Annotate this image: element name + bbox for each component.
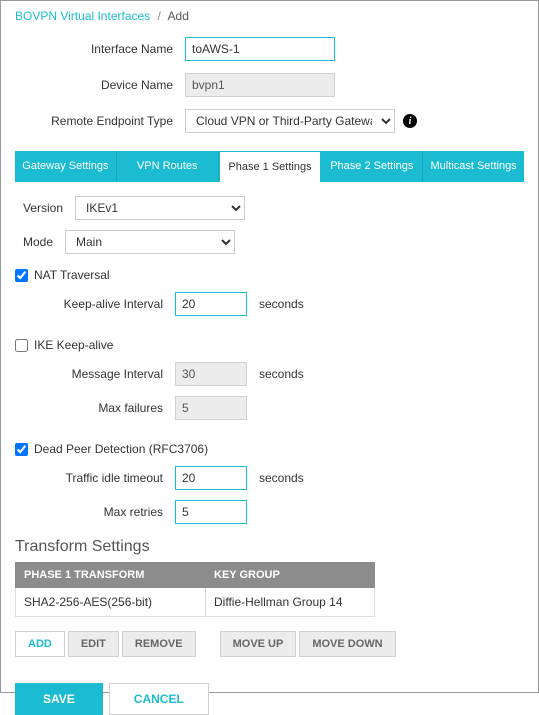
tab-phase2-settings[interactable]: Phase 2 Settings bbox=[321, 151, 423, 182]
version-label: Version bbox=[15, 201, 75, 215]
max-retries-field[interactable] bbox=[175, 500, 247, 524]
dpd-label: Dead Peer Detection (RFC3706) bbox=[34, 442, 208, 456]
transform-col-phase1: PHASE 1 TRANSFORM bbox=[16, 563, 206, 588]
tab-vpn-routes[interactable]: VPN Routes bbox=[117, 151, 219, 182]
keep-alive-interval-field[interactable] bbox=[175, 292, 247, 316]
keep-alive-seconds-suffix: seconds bbox=[259, 297, 304, 311]
traffic-idle-timeout-field[interactable] bbox=[175, 466, 247, 490]
device-name-field bbox=[185, 73, 335, 97]
mode-label: Mode bbox=[15, 235, 65, 249]
transform-cell-phase1: SHA2-256-AES(256-bit) bbox=[16, 588, 206, 617]
tab-bar: Gateway Settings VPN Routes Phase 1 Sett… bbox=[15, 151, 524, 182]
transform-cell-keygroup: Diffie-Hellman Group 14 bbox=[206, 588, 375, 617]
max-failures-field bbox=[175, 396, 247, 420]
device-name-label: Device Name bbox=[15, 78, 185, 92]
dpd-checkbox[interactable] bbox=[15, 443, 28, 456]
ike-keepalive-label: IKE Keep-alive bbox=[34, 338, 113, 352]
traffic-idle-timeout-label: Traffic idle timeout bbox=[15, 471, 175, 485]
info-icon[interactable]: i bbox=[403, 114, 417, 128]
ike-keepalive-checkbox[interactable] bbox=[15, 339, 28, 352]
remote-endpoint-type-label: Remote Endpoint Type bbox=[15, 114, 185, 128]
traffic-idle-seconds-suffix: seconds bbox=[259, 471, 304, 485]
transform-table: PHASE 1 TRANSFORM KEY GROUP SHA2-256-AES… bbox=[15, 562, 375, 617]
interface-name-label: Interface Name bbox=[15, 42, 185, 56]
move-up-button[interactable]: MOVE UP bbox=[220, 631, 297, 657]
max-retries-label: Max retries bbox=[15, 505, 175, 519]
remote-endpoint-type-select[interactable]: Cloud VPN or Third-Party Gateway bbox=[185, 109, 395, 133]
save-button[interactable]: SAVE bbox=[15, 683, 103, 715]
remove-button[interactable]: REMOVE bbox=[122, 631, 196, 657]
tab-phase1-settings[interactable]: Phase 1 Settings bbox=[219, 151, 322, 182]
keep-alive-interval-label: Keep-alive Interval bbox=[15, 297, 175, 311]
tab-gateway-settings[interactable]: Gateway Settings bbox=[15, 151, 117, 182]
max-failures-label: Max failures bbox=[15, 401, 175, 415]
interface-name-field[interactable] bbox=[185, 37, 335, 61]
message-interval-seconds-suffix: seconds bbox=[259, 367, 304, 381]
move-down-button[interactable]: MOVE DOWN bbox=[299, 631, 395, 657]
mode-select[interactable]: Main bbox=[65, 230, 235, 254]
edit-button[interactable]: EDIT bbox=[68, 631, 119, 657]
transform-col-keygroup: KEY GROUP bbox=[206, 563, 375, 588]
breadcrumb-root-link[interactable]: BOVPN Virtual Interfaces bbox=[15, 9, 150, 23]
tab-multicast-settings[interactable]: Multicast Settings bbox=[423, 151, 524, 182]
breadcrumb-current: Add bbox=[168, 9, 189, 23]
version-select[interactable]: IKEv1 bbox=[75, 196, 245, 220]
nat-traversal-checkbox[interactable] bbox=[15, 269, 28, 282]
message-interval-label: Message Interval bbox=[15, 367, 175, 381]
table-row[interactable]: SHA2-256-AES(256-bit) Diffie-Hellman Gro… bbox=[16, 588, 375, 617]
add-button[interactable]: ADD bbox=[15, 631, 65, 657]
message-interval-field bbox=[175, 362, 247, 386]
cancel-button[interactable]: CANCEL bbox=[109, 683, 209, 715]
transform-settings-title: Transform Settings bbox=[15, 538, 524, 556]
nat-traversal-label: NAT Traversal bbox=[34, 268, 110, 282]
breadcrumb-separator: / bbox=[158, 9, 161, 23]
breadcrumb: BOVPN Virtual Interfaces / Add bbox=[15, 9, 524, 23]
